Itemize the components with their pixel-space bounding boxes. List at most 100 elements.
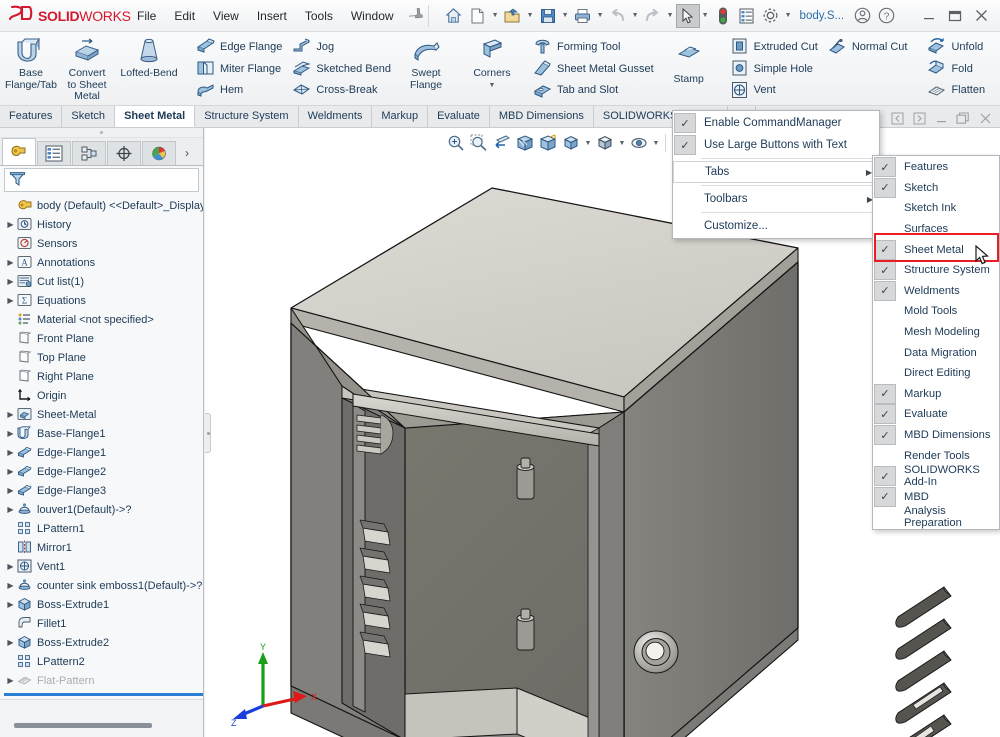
print-caret-icon[interactable]: ▼ bbox=[595, 4, 606, 28]
tree-row[interactable]: Right Plane bbox=[4, 367, 203, 386]
tree-row[interactable]: Front Plane bbox=[4, 329, 203, 348]
scrollbar-thumb[interactable] bbox=[14, 723, 152, 728]
submenu-item[interactable]: Surfaces bbox=[873, 219, 999, 240]
stamp-button[interactable]: Stamp bbox=[661, 34, 717, 103]
select-caret-icon[interactable]: ▼ bbox=[700, 4, 711, 28]
expand-arrow-icon[interactable]: ▶ bbox=[4, 429, 17, 438]
menu-window[interactable]: Window bbox=[342, 5, 403, 27]
no-bends-button[interactable]: No Bends bbox=[992, 34, 1000, 103]
expand-arrow-icon[interactable]: ▶ bbox=[4, 486, 17, 495]
expand-arrow-icon[interactable]: ▶ bbox=[4, 448, 17, 457]
previous-view-button[interactable] bbox=[491, 132, 513, 154]
tree-horizontal-scrollbar[interactable] bbox=[14, 721, 189, 730]
configuration-manager-tab[interactable] bbox=[72, 141, 106, 165]
settings-button[interactable] bbox=[759, 4, 783, 28]
fold-button[interactable]: Fold bbox=[924, 58, 992, 80]
extruded-cut-button[interactable]: Extruded Cut bbox=[727, 36, 825, 58]
tree-row[interactable]: ▶ Cut list(1) bbox=[4, 272, 203, 291]
print-button[interactable] bbox=[571, 4, 595, 28]
submenu-item[interactable]: ✓ MBD Dimensions bbox=[873, 425, 999, 446]
swept-flange-button[interactable]: Swept Flange bbox=[398, 34, 454, 103]
tab-weldments[interactable]: Weldments bbox=[298, 106, 373, 127]
save-button[interactable] bbox=[536, 4, 560, 28]
tree-row[interactable]: ▶ Sheet-Metal bbox=[4, 405, 203, 424]
restore-icon[interactable] bbox=[942, 3, 968, 29]
menu-insert[interactable]: Insert bbox=[248, 5, 296, 27]
user-account-icon[interactable] bbox=[850, 4, 874, 28]
tree-filter-box[interactable] bbox=[4, 168, 199, 192]
tab-sheet-metal[interactable]: Sheet Metal bbox=[115, 106, 196, 127]
section-view-button[interactable] bbox=[514, 132, 536, 154]
expand-arrow-icon[interactable]: ▶ bbox=[4, 258, 17, 267]
close-icon[interactable] bbox=[968, 3, 994, 29]
unfold-button[interactable]: Unfold bbox=[924, 36, 992, 58]
question-help-icon[interactable]: ? bbox=[874, 4, 898, 28]
expand-arrow-icon[interactable]: ▶ bbox=[4, 296, 17, 305]
context-item-tabs[interactable]: Tabs ▶ bbox=[673, 161, 879, 183]
convert-to-sheet-metal-button[interactable]: Convert to Sheet Metal bbox=[59, 34, 115, 103]
new-document-button[interactable] bbox=[466, 4, 490, 28]
expand-arrow-icon[interactable]: ▶ bbox=[4, 562, 17, 571]
rollback-bar[interactable] bbox=[4, 693, 203, 696]
expand-arrow-icon[interactable]: ▶ bbox=[4, 581, 17, 590]
dimxpert-manager-tab[interactable] bbox=[107, 141, 141, 165]
tree-row[interactable]: Top Plane bbox=[4, 348, 203, 367]
sheet-metal-gusset-button[interactable]: Sheet Metal Gusset bbox=[530, 58, 661, 80]
context-item-toolbars[interactable]: Toolbars ▶ bbox=[673, 188, 879, 210]
open-document-caret-icon[interactable]: ▼ bbox=[525, 4, 536, 28]
expand-arrow-icon[interactable]: ▶ bbox=[4, 638, 17, 647]
submenu-item[interactable]: ✓ Markup bbox=[873, 383, 999, 405]
normal-cut-button[interactable]: Normal Cut bbox=[825, 36, 915, 58]
tree-row[interactable]: ▶ Vent1 bbox=[4, 557, 203, 576]
submenu-item[interactable]: Mesh Modeling bbox=[873, 322, 999, 343]
rebuild-button[interactable] bbox=[711, 4, 735, 28]
zoom-fit-button[interactable] bbox=[445, 132, 467, 154]
forming-tool-button[interactable]: Forming Tool bbox=[530, 36, 661, 58]
tree-row[interactable]: ▶ Flat-Pattern bbox=[4, 671, 203, 690]
sketched-bend-button[interactable]: Sketched Bend bbox=[289, 58, 398, 80]
display-style-button[interactable] bbox=[560, 132, 582, 154]
tree-row[interactable]: ▶ louver1(Default)->? bbox=[4, 500, 203, 519]
tab-left-icon[interactable] bbox=[886, 108, 908, 128]
tab-sketch[interactable]: Sketch bbox=[62, 106, 116, 127]
submenu-item[interactable]: ✓ MBD bbox=[873, 486, 999, 508]
tree-row[interactable]: ▶ Edge-Flange3 bbox=[4, 481, 203, 500]
flatten-button[interactable]: Flatten bbox=[924, 79, 992, 101]
submenu-item[interactable]: ✓ Sketch bbox=[873, 177, 999, 199]
zoom-area-button[interactable] bbox=[468, 132, 490, 154]
submenu-item[interactable]: Mold Tools bbox=[873, 301, 999, 322]
hide-show-caret-icon[interactable]: ▼ bbox=[651, 132, 661, 154]
menu-tools[interactable]: Tools bbox=[296, 5, 342, 27]
undo-button[interactable] bbox=[606, 4, 630, 28]
hide-show-items-button[interactable] bbox=[628, 132, 650, 154]
submenu-item[interactable]: ✓ Evaluate bbox=[873, 404, 999, 425]
simple-hole-button[interactable]: Simple Hole bbox=[727, 58, 825, 80]
home-button[interactable] bbox=[442, 4, 466, 28]
tree-row[interactable]: LPattern2 bbox=[4, 652, 203, 671]
view-orientation-button[interactable] bbox=[537, 132, 559, 154]
tab-mbd-dimensions[interactable]: MBD Dimensions bbox=[489, 106, 594, 127]
expand-arrow-icon[interactable]: ▶ bbox=[4, 676, 17, 685]
tree-row[interactable]: Origin bbox=[4, 386, 203, 405]
submenu-item[interactable]: ✓ Weldments bbox=[873, 280, 999, 302]
chevron-right-icon[interactable]: › bbox=[177, 141, 197, 165]
doc-restore-icon[interactable] bbox=[952, 108, 974, 128]
submenu-item[interactable]: Data Migration bbox=[873, 342, 999, 363]
save-caret-icon[interactable]: ▼ bbox=[560, 4, 571, 28]
tree-row[interactable]: ▶ History bbox=[4, 215, 203, 234]
display-style-caret-icon[interactable]: ▼ bbox=[583, 132, 593, 154]
tree-row[interactable]: ▶ Boss-Extrude2 bbox=[4, 633, 203, 652]
submenu-item[interactable]: Render Tools bbox=[873, 445, 999, 466]
submenu-item[interactable]: ✓ Features bbox=[873, 157, 999, 178]
tab-right-icon[interactable] bbox=[908, 108, 930, 128]
submenu-item[interactable]: Analysis Preparation bbox=[873, 505, 999, 529]
doc-close-icon[interactable] bbox=[974, 108, 996, 128]
tree-row[interactable]: ▶ Base-Flange1 bbox=[4, 424, 203, 443]
cross-break-button[interactable]: Cross-Break bbox=[289, 79, 398, 101]
context-item-enable-commandmanager[interactable]: ✓ Enable CommandManager bbox=[673, 112, 879, 134]
expand-arrow-icon[interactable]: ▶ bbox=[4, 505, 17, 514]
settings-caret-icon[interactable]: ▼ bbox=[783, 4, 794, 28]
tab-markup[interactable]: Markup bbox=[372, 106, 429, 127]
miter-flange-button[interactable]: Miter Flange bbox=[193, 58, 289, 80]
open-document-button[interactable] bbox=[501, 4, 525, 28]
